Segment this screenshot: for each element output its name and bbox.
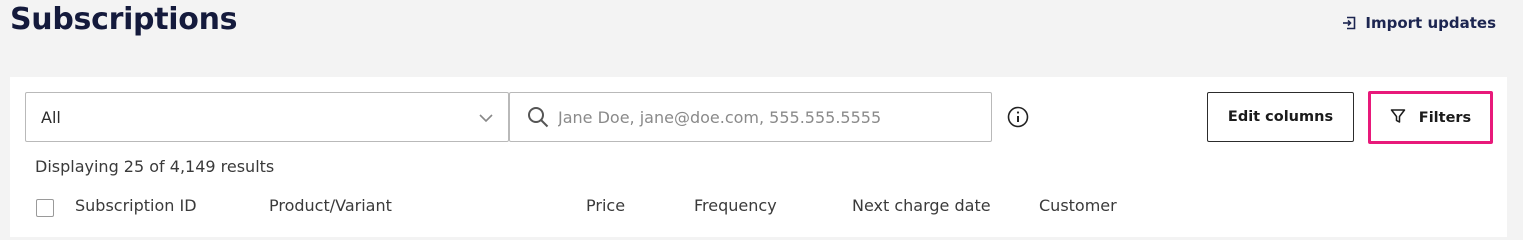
search-icon xyxy=(527,106,549,132)
filters-button[interactable]: Filters xyxy=(1368,91,1493,144)
column-header-next-charge-date[interactable]: Next charge date xyxy=(852,196,991,215)
select-all-checkbox[interactable] xyxy=(36,199,54,217)
subscriptions-card: All Edit columns xyxy=(10,77,1507,237)
import-updates-label: Import updates xyxy=(1365,14,1496,32)
import-icon xyxy=(1342,16,1356,30)
table-header: Subscription ID Product/Variant Price Fr… xyxy=(10,192,1507,222)
edit-columns-button[interactable]: Edit columns xyxy=(1207,92,1354,142)
column-header-customer[interactable]: Customer xyxy=(1039,196,1117,215)
column-header-product-variant[interactable]: Product/Variant xyxy=(269,196,392,215)
info-icon[interactable] xyxy=(1007,106,1029,132)
edit-columns-label: Edit columns xyxy=(1227,109,1334,125)
column-header-frequency[interactable]: Frequency xyxy=(694,196,777,215)
results-count: Displaying 25 of 4,149 results xyxy=(35,157,275,176)
import-updates-button[interactable]: Import updates xyxy=(1342,14,1496,32)
status-select-value: All xyxy=(41,107,61,127)
column-header-price[interactable]: Price xyxy=(586,196,625,215)
filters-label: Filters xyxy=(1418,109,1472,126)
status-select[interactable]: All xyxy=(25,92,509,142)
page-title: Subscriptions xyxy=(10,2,238,37)
search-input[interactable] xyxy=(558,93,978,141)
chevron-down-icon xyxy=(478,110,494,130)
search-field[interactable] xyxy=(509,92,992,142)
column-header-subscription-id[interactable]: Subscription ID xyxy=(75,196,197,215)
filter-icon xyxy=(1390,108,1406,128)
